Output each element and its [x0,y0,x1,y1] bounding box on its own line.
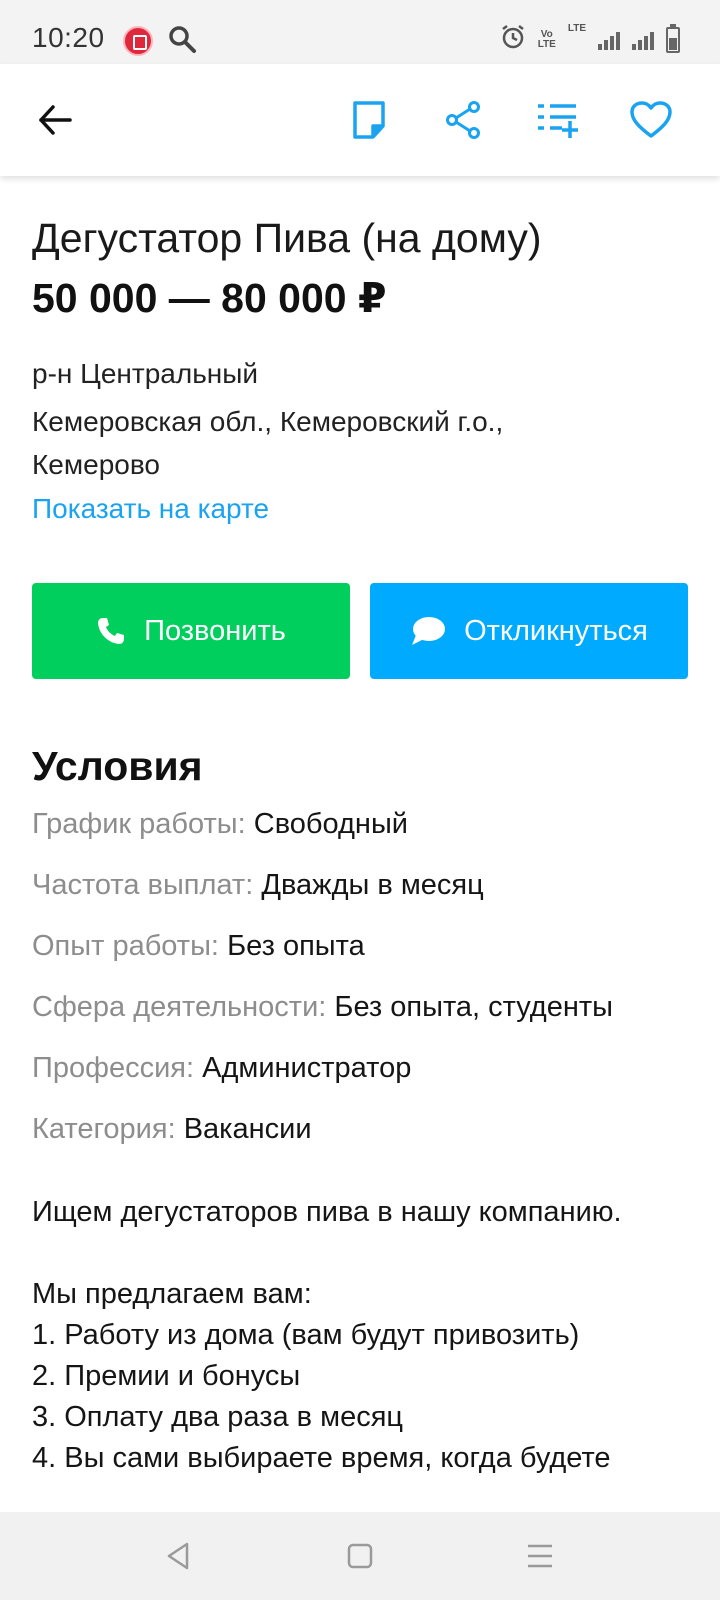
condition-value: Вакансии [183,1113,312,1145]
vacancy-salary: 50 000 — 80 000 ₽ [32,275,387,321]
condition-label: Категория: [32,1113,176,1145]
volte-label-bottom: LTE [537,38,556,50]
add-to-list-button[interactable] [529,92,585,148]
condition-label: Профессия: [32,1052,195,1084]
call-button[interactable]: Позвонить [32,583,350,679]
share-button[interactable] [435,92,491,148]
app-bar [0,64,720,176]
battery-icon [666,23,680,53]
system-nav-bar [0,1512,720,1600]
condition-row-experience: Опыт работы: Без опыта [32,926,692,987]
description-offer-heading: Мы предлагаем вам: [32,1278,312,1310]
nav-home-icon [347,1543,373,1569]
condition-value: Дважды в месяц [261,869,484,901]
condition-label: Частота выплат: [32,869,254,901]
condition-row-profession: Профессия: Администратор [32,1048,692,1109]
condition-label: Сфера деятельности: [32,991,327,1023]
condition-label: График работы: [32,808,246,840]
share-icon [446,101,480,139]
condition-label: Опыт работы: [32,930,219,962]
nav-back-button[interactable] [154,1532,202,1580]
vacancy-description: Ищем дегустаторов пива в нашу компанию. … [32,1192,692,1479]
reply-button[interactable]: Откликнуться [370,583,688,679]
vacancy-region: Кемеровская обл., Кемеровский г.о., Кеме… [32,406,504,480]
description-item: 2. Премии и бонусы [32,1360,301,1392]
network-type: LTE [567,23,586,34]
signal-icon-2 [632,30,654,50]
status-icons: Vo LTE LTE [500,23,680,55]
description-item: 4. Вы сами выбираете время, когда будете [32,1442,611,1474]
condition-row-payment-frequency: Частота выплат: Дважды в месяц [32,865,692,926]
description-intro: Ищем дегустаторов пива в нашу компанию. [32,1196,622,1228]
chat-bubble-icon [412,617,446,645]
phone-icon [98,618,125,644]
signal-icon [598,30,620,50]
alarm-icon [500,24,526,55]
note-icon [353,101,385,139]
status-time: 10:20 [32,22,105,53]
condition-row-field: Сфера деятельности: Без опыта, студенты [32,987,692,1048]
heart-icon [630,101,672,138]
condition-value: Свободный [253,808,408,840]
condition-value: Администратор [202,1052,412,1084]
back-button[interactable] [27,92,83,148]
nav-menu-icon [528,1544,552,1568]
condition-row-category: Категория: Вакансии [32,1109,692,1170]
description-item: 1. Работу из дома (вам будут привозить) [32,1319,580,1351]
vacancy-title: Дегустатор Пива (на дому) [32,215,542,261]
status-bar: 10:20 Vo LTE LTE [0,0,720,64]
condition-value: Без опыта [227,930,365,962]
nav-menu-button[interactable] [516,1532,564,1580]
condition-value: Без опыта, студенты [334,991,613,1023]
favorite-button[interactable] [623,92,679,148]
search-icon [167,24,197,59]
description-item: 3. Оплату два раза в месяц [32,1401,404,1433]
show-on-map-link[interactable]: Показать на карте [32,492,269,526]
conditions-list: График работы: Свободный Частота выплат:… [32,804,692,1170]
note-button[interactable] [341,92,397,148]
vacancy-district: р-н Центральный [32,358,259,389]
conditions-title: Условия [32,743,203,789]
nav-home-button[interactable] [336,1532,384,1580]
arrow-left-icon [39,105,72,135]
reply-button-label: Откликнуться [464,614,648,647]
nav-back-icon [167,1542,189,1570]
volte-indicator: Vo LTE [537,29,556,50]
playlist-add-icon [538,104,578,138]
condition-row-schedule: График работы: Свободный [32,804,692,865]
call-button-label: Позвонить [144,614,286,647]
download-notification-icon [123,26,153,56]
